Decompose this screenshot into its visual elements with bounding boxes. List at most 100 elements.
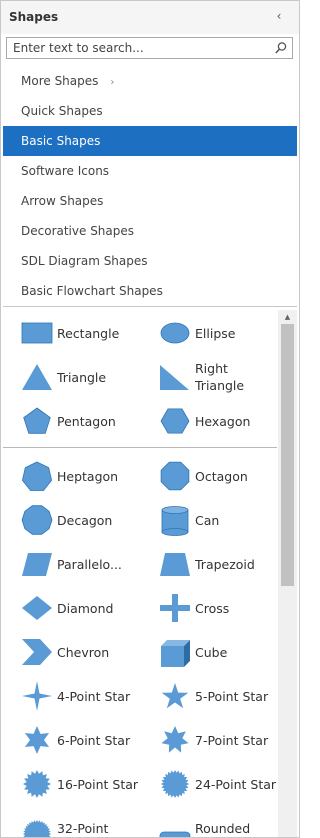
shape-label: 4-Point Star — [57, 688, 131, 704]
star5-icon — [156, 680, 194, 712]
shape-gallery: Rectangle Ellipse Triangle Right Triangle Pe… — [3, 310, 277, 837]
menu-item-quick-shapes[interactable]: Quick Shapes — [3, 96, 297, 126]
panel-header: Shapes ‹ — [1, 1, 299, 34]
shape-label: Parallelo... — [57, 556, 122, 572]
shape-row: Decagon Can — [3, 498, 277, 542]
shape-row: Rectangle Ellipse — [3, 311, 277, 355]
shape-row: Triangle Right Triangle — [3, 355, 277, 399]
shape-label: Cube — [195, 644, 228, 660]
shape-section: Rectangle Ellipse Triangle Right Triangle Pe… — [3, 310, 277, 443]
shape-label: Right Triangle — [195, 361, 245, 393]
shape-right-triangle[interactable]: Right Triangle — [141, 355, 277, 399]
shape-chevron[interactable]: Chevron — [3, 630, 140, 674]
cross-icon — [156, 592, 194, 624]
shape-label: Diamond — [57, 600, 114, 616]
shape-row: Diamond Cross — [3, 586, 277, 630]
shape-label: 7-Point Star — [195, 732, 269, 748]
menu-item-label: SDL Diagram Shapes — [21, 254, 148, 268]
menu-item-basic-shapes[interactable]: Basic Shapes — [3, 126, 297, 156]
shape-cube[interactable]: Cube — [141, 630, 277, 674]
shape-row: 6-Point Star 7-Point Star — [3, 718, 277, 762]
star16-icon — [18, 768, 56, 800]
shape-label: Trapezoid — [195, 556, 255, 572]
section-separator — [3, 447, 277, 448]
panel-title: Shapes — [9, 10, 59, 24]
shape-row: 32-Point Rounded — [3, 806, 277, 837]
heptagon-icon — [18, 460, 56, 492]
search-icon[interactable] — [274, 41, 288, 55]
shape-parallelogram[interactable]: Parallelo... — [3, 542, 140, 586]
shape-can[interactable]: Can — [141, 498, 277, 542]
shape-star5[interactable]: 5-Point Star — [141, 674, 277, 718]
right-triangle-icon — [156, 361, 194, 393]
shape-triangle[interactable]: Triangle — [3, 355, 140, 399]
diamond-icon — [18, 592, 56, 624]
shape-octagon[interactable]: Octagon — [141, 454, 277, 498]
menu-item-label: Arrow Shapes — [21, 194, 104, 208]
search-input[interactable] — [7, 38, 275, 58]
shape-rounded-rect[interactable]: Rounded — [141, 806, 277, 837]
pentagon-icon — [18, 405, 56, 437]
star32-icon — [18, 812, 56, 837]
shape-label: Can — [195, 512, 220, 528]
shape-star16[interactable]: 16-Point Star — [3, 762, 140, 806]
menu-divider — [3, 306, 297, 307]
search-box — [6, 37, 293, 59]
menu-item-software-icons[interactable]: Software Icons — [3, 156, 297, 186]
gallery-scrollbar[interactable]: ▲ — [278, 310, 297, 837]
shape-rectangle[interactable]: Rectangle — [3, 311, 140, 355]
shape-row: Heptagon Octagon — [3, 454, 277, 498]
shapes-panel: Shapes ‹ More Shapes › Quick Shapes Basic S… — [0, 0, 300, 838]
shape-label: 32-Point — [57, 820, 109, 836]
scroll-thumb[interactable] — [281, 324, 294, 586]
triangle-icon — [18, 361, 56, 393]
star6-icon — [18, 724, 56, 756]
shape-label: Heptagon — [57, 468, 119, 484]
cube-icon — [156, 636, 194, 668]
shape-star6[interactable]: 6-Point Star — [3, 718, 140, 762]
shape-row: Parallelo... Trapezoid — [3, 542, 277, 586]
can-icon — [156, 504, 194, 536]
shape-row: Chevron Cube — [3, 630, 277, 674]
star7-icon — [156, 724, 194, 756]
shape-diamond[interactable]: Diamond — [3, 586, 140, 630]
menu-item-label: More Shapes — [21, 74, 99, 88]
shape-star4[interactable]: 4-Point Star — [3, 674, 140, 718]
menu-item-basic-flowchart-shapes[interactable]: Basic Flowchart Shapes — [3, 276, 297, 306]
menu-item-label: Software Icons — [21, 164, 110, 178]
shape-label: Ellipse — [195, 325, 236, 341]
menu-item-sdl-diagram-shapes[interactable]: SDL Diagram Shapes — [3, 246, 297, 276]
shape-row: 16-Point Star 24-Point Star — [3, 762, 277, 806]
shape-label: 24-Point Star — [195, 776, 277, 792]
shape-star7[interactable]: 7-Point Star — [141, 718, 277, 762]
scroll-up-arrow-icon[interactable]: ▲ — [278, 310, 297, 324]
octagon-icon — [156, 460, 194, 492]
menu-item-decorative-shapes[interactable]: Decorative Shapes — [3, 216, 297, 246]
shape-decagon[interactable]: Decagon — [3, 498, 140, 542]
shape-label: Rounded — [195, 820, 251, 836]
shape-pentagon[interactable]: Pentagon — [3, 399, 140, 443]
chevron-right-icon: › — [110, 77, 115, 88]
shape-row: Pentagon Hexagon — [3, 399, 277, 443]
shape-hexagon[interactable]: Hexagon — [141, 399, 277, 443]
menu-item-label: Decorative Shapes — [21, 224, 135, 238]
shape-trapezoid[interactable]: Trapezoid — [141, 542, 277, 586]
shape-cross[interactable]: Cross — [141, 586, 277, 630]
menu-item-label: Basic Flowchart Shapes — [21, 284, 163, 298]
shape-star24[interactable]: 24-Point Star — [141, 762, 277, 806]
collapse-panel-icon[interactable]: ‹ — [273, 9, 285, 23]
rectangle-icon — [18, 317, 56, 349]
menu-item-arrow-shapes[interactable]: Arrow Shapes — [3, 186, 297, 216]
shape-ellipse[interactable]: Ellipse — [141, 311, 277, 355]
shape-star32[interactable]: 32-Point — [3, 806, 140, 837]
shape-heptagon[interactable]: Heptagon — [3, 454, 140, 498]
shape-label: Chevron — [57, 644, 110, 660]
menu-item-more-shapes[interactable]: More Shapes › — [3, 66, 297, 96]
shape-label: 6-Point Star — [57, 732, 131, 748]
shape-label: 5-Point Star — [195, 688, 269, 704]
star4-icon — [18, 680, 56, 712]
trapezoid-icon — [156, 548, 194, 580]
shape-row: 4-Point Star 5-Point Star — [3, 674, 277, 718]
ellipse-icon — [156, 317, 194, 349]
shape-label: Octagon — [195, 468, 248, 484]
